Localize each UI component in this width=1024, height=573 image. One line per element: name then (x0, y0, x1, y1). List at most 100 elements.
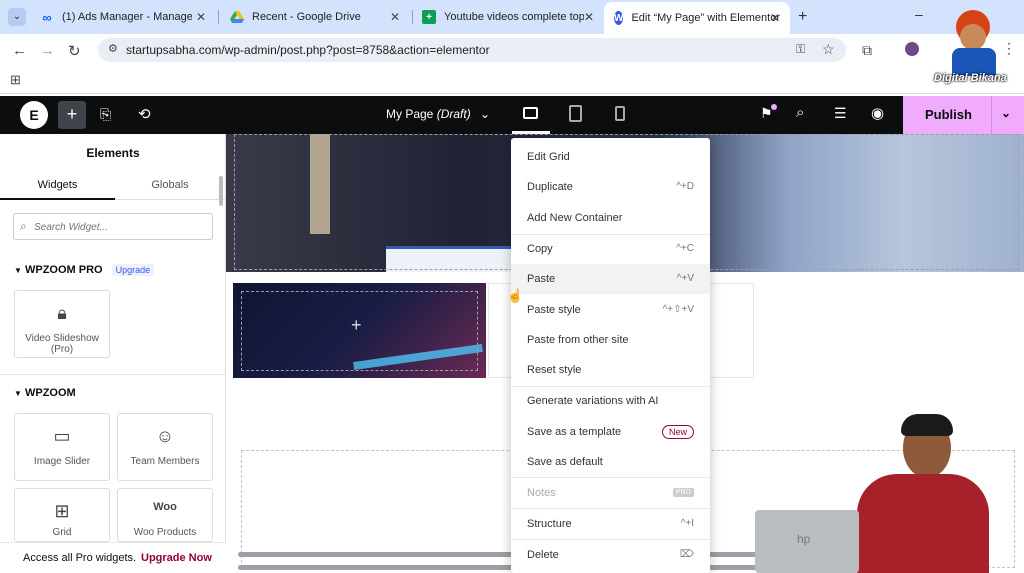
password-key-icon[interactable]: ⚿ (796, 42, 805, 57)
add-element-button[interactable]: + (58, 101, 86, 129)
history-icon[interactable]: ⟲ (138, 105, 151, 123)
menu-item-add-new-container[interactable]: Add New Container (511, 203, 710, 233)
menu-item-notes[interactable]: Notes PRO (511, 478, 710, 508)
widget-video-slideshow-pro[interactable]: 🔒︎ Video Slideshow (Pro) (14, 290, 110, 358)
page-status: (Draft) (436, 107, 471, 121)
pro-promo-bar: Access all Pro widgets. Upgrade Now (0, 542, 226, 573)
menu-item-label: Paste from other site (527, 334, 629, 346)
section-wpzoom-pro[interactable]: ▼ WPZOOM PRO Upgrade (14, 264, 155, 276)
widget-woo-products[interactable]: Woo Woo Products (117, 488, 213, 542)
browser-tab-youtube-sheet[interactable]: + Youtube videos complete topic ✕ (412, 4, 604, 30)
search-widget-field[interactable]: ⌕ (13, 213, 213, 240)
add-widget-plus-icon[interactable]: + (351, 315, 362, 336)
site-settings-icon[interactable]: ⚙ (108, 42, 118, 55)
preview-eye-icon[interactable]: ◉ (871, 104, 884, 122)
page-title-dropdown[interactable]: My Page (Draft) ⌄ (386, 107, 490, 121)
publish-button[interactable]: Publish (925, 107, 972, 122)
page-settings-icon[interactable]: ⎘ (100, 106, 111, 123)
menu-item-label: Notes (527, 487, 556, 499)
menu-item-generate-variations-ai[interactable]: Generate variations with AI (511, 386, 710, 416)
tab-widgets[interactable]: Widgets (0, 174, 115, 200)
section-wpzoom[interactable]: ▼ WPZOOM (14, 387, 76, 399)
widget-image-slider[interactable]: ▭ Image Slider (14, 413, 110, 481)
browser-toolbar: ← → ↻ ⚙ startupsabha.com/wp-admin/post.p… (0, 34, 1024, 66)
bookmark-star-icon[interactable]: ☆ (822, 41, 835, 58)
menu-item-paste[interactable]: Paste ^+V (511, 264, 710, 294)
menu-item-save-as-template[interactable]: Save as a template New (511, 417, 710, 447)
laptop: hp (755, 510, 859, 573)
address-bar[interactable]: ⚙ startupsabha.com/wp-admin/post.php?pos… (98, 38, 846, 62)
forward-icon[interactable]: → (40, 42, 55, 59)
device-mobile-icon[interactable] (615, 106, 625, 121)
widget-team-members[interactable]: ☺ Team Members (117, 413, 213, 481)
menu-item-label: Paste style (527, 304, 581, 316)
widget-label: Image Slider (33, 456, 91, 467)
team-members-icon: ☺ (155, 426, 175, 446)
menu-item-copy[interactable]: Copy ^+C (511, 234, 710, 264)
menu-item-reset-style[interactable]: Reset style (511, 355, 710, 385)
menu-item-delete[interactable]: Delete ⌦ (511, 540, 710, 570)
search-input[interactable] (34, 218, 204, 236)
widget-grid[interactable]: ⊞ Grid (14, 488, 110, 542)
tab-globals[interactable]: Globals (115, 174, 225, 200)
new-badge: New (661, 425, 694, 439)
close-tab-icon[interactable]: ✕ (196, 10, 206, 24)
url-text[interactable]: startupsabha.com/wp-admin/post.php?post=… (126, 43, 490, 57)
panel-scrollbar[interactable] (219, 176, 223, 206)
section-title: WPZOOM (24, 387, 76, 399)
menu-item-shortcut: ^+I (680, 518, 694, 529)
widget-label: Grid (52, 527, 72, 538)
publish-options-chevron-icon[interactable]: ⌄ (1001, 106, 1011, 120)
elementor-logo-icon[interactable]: E (20, 101, 48, 129)
extensions-icon[interactable]: ⧉ (862, 42, 872, 59)
device-tablet-icon[interactable] (569, 105, 582, 122)
wordpress-icon: W (614, 11, 624, 25)
browser-tab-ads-manager[interactable]: ∞ (1) Ads Manager - Manage ads ✕ (30, 4, 216, 30)
apps-grid-icon[interactable]: ⊞ (10, 72, 21, 88)
tab-globals-label: Globals (151, 179, 189, 191)
notification-dot (771, 104, 777, 110)
extension-avatar-icon[interactable] (905, 42, 919, 56)
pro-badge: PRO (672, 488, 694, 497)
menu-item-label: Copy (527, 243, 553, 255)
promo-text: Access all Pro widgets. (23, 552, 137, 564)
menu-item-save-as-default[interactable]: Save as default (511, 447, 710, 477)
upgrade-badge[interactable]: Upgrade (111, 264, 155, 276)
browser-tab-elementor[interactable]: W Edit “My Page” with Elementor ✕ (604, 2, 790, 34)
upgrade-now-link[interactable]: Upgrade Now (141, 552, 212, 564)
menu-item-duplicate[interactable]: Duplicate ^+D (511, 172, 710, 202)
menu-item-shortcut: ⌦ (679, 549, 694, 560)
woo-icon: Woo (153, 501, 177, 513)
close-tab-icon[interactable]: ✕ (584, 10, 594, 24)
bookmarks-bar: ⊞ (0, 66, 1024, 94)
menu-item-label: Add New Container (527, 212, 623, 224)
tab-search-button[interactable]: ⌄ (8, 8, 26, 26)
browser-tab-google-drive[interactable]: Recent - Google Drive ✕ (220, 4, 410, 30)
minimize-window-icon[interactable]: – (915, 6, 923, 22)
back-icon[interactable]: ← (12, 42, 27, 59)
menu-item-label: Paste (527, 273, 556, 285)
search-icon[interactable]: ⌕ (796, 104, 804, 121)
menu-item-structure[interactable]: Structure ^+I (511, 509, 710, 539)
device-desktop-icon[interactable] (523, 107, 538, 119)
menu-item-label: Duplicate (527, 181, 573, 193)
close-tab-icon[interactable]: ✕ (390, 10, 400, 24)
new-tab-icon[interactable]: + (798, 8, 807, 26)
menu-item-paste-style[interactable]: Paste style ^+⇧+V (511, 295, 710, 325)
menu-item-edit-grid[interactable]: Edit Grid (511, 142, 710, 172)
meta-icon: ∞ (42, 9, 52, 25)
reload-icon[interactable]: ↻ (68, 42, 81, 60)
tab-widgets-label: Widgets (37, 179, 78, 191)
caret-down-icon: ▼ (14, 389, 22, 398)
close-tab-icon[interactable]: ✕ (770, 11, 780, 25)
elementor-top-bar: E + ⎘ ⟲ My Page (Draft) ⌄ ⚑ ⌕ ☰ ◉ Publis… (0, 96, 1024, 134)
mouse-cursor-hand-icon: ☝ (507, 288, 524, 303)
image-container[interactable]: + (233, 283, 486, 378)
menu-item-paste-from-other-site[interactable]: Paste from other site (511, 325, 710, 355)
presenter-shirt (857, 474, 989, 573)
avatar-face (960, 24, 986, 50)
chevron-down-icon: ⌄ (480, 107, 491, 121)
browser-tab-strip: ⌄ ∞ (1) Ads Manager - Manage ads ✕ Recen… (0, 0, 1024, 34)
structure-layers-icon[interactable]: ☰ (834, 105, 847, 122)
menu-item-shortcut: ^+V (676, 273, 694, 284)
